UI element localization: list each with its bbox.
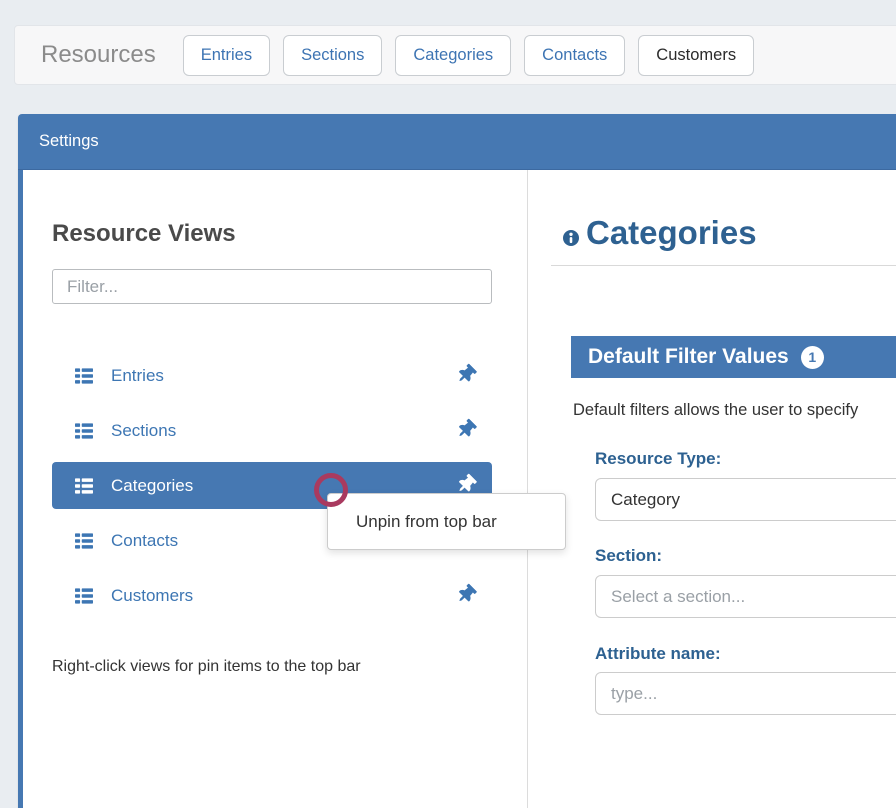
section-select-input[interactable] [595, 575, 896, 618]
attribute-name-label: Attribute name: [595, 644, 721, 664]
page: Resources Entries Sections Categories Co… [0, 0, 896, 808]
context-menu: Unpin from top bar [327, 493, 566, 550]
pushpin-icon[interactable] [457, 584, 472, 608]
section-header-title: Default Filter Values [588, 345, 789, 369]
info-circle-icon[interactable] [563, 230, 579, 246]
view-item-label: Entries [111, 366, 164, 386]
view-item-label: Categories [111, 476, 193, 496]
pushpin-icon[interactable] [457, 419, 472, 443]
view-item-label: Contacts [111, 531, 178, 551]
top-bar-title: Resources [41, 41, 156, 69]
top-bar-buttons: Entries Sections Categories Contacts Cus… [183, 35, 754, 76]
th-list-icon [74, 422, 94, 440]
content-pane: Categories Default Filter Values 1 Defau… [528, 170, 896, 808]
section-count-badge: 1 [801, 346, 824, 369]
topbar-button-contacts[interactable]: Contacts [524, 35, 625, 76]
th-list-icon [74, 532, 94, 550]
resource-views-sidebar: Resource Views Entries [23, 170, 528, 808]
topbar-button-customers[interactable]: Customers [638, 35, 754, 76]
panel-body: Resource Views Entries [18, 170, 896, 808]
topbar-button-entries[interactable]: Entries [183, 35, 270, 76]
topbar-button-categories[interactable]: Categories [395, 35, 511, 76]
th-list-icon [74, 477, 94, 495]
view-item-customers[interactable]: Customers [52, 572, 492, 619]
section-description: Default filters allows the user to speci… [573, 401, 858, 420]
resource-view-list: Entries Sections [52, 352, 492, 627]
section-label: Section: [595, 546, 662, 566]
view-item-label: Sections [111, 421, 176, 441]
pushpin-icon[interactable] [457, 364, 472, 388]
resource-type-input[interactable] [595, 478, 896, 521]
attribute-name-input[interactable] [595, 672, 896, 715]
view-item-label: Customers [111, 586, 193, 606]
view-item-entries[interactable]: Entries [52, 352, 492, 399]
view-item-sections[interactable]: Sections [52, 407, 492, 454]
resource-type-label: Resource Type: [595, 449, 721, 469]
context-menu-item-unpin[interactable]: Unpin from top bar [328, 512, 565, 532]
title-divider [551, 265, 896, 266]
topbar-button-sections[interactable]: Sections [283, 35, 382, 76]
section-header-default-filter-values: Default Filter Values 1 [571, 336, 896, 378]
filter-input[interactable] [52, 269, 492, 304]
content-title: Categories [586, 214, 757, 252]
right-click-annotation-ring [314, 473, 348, 507]
sidebar-hint: Right-click views for pin items to the t… [52, 658, 361, 676]
sidebar-title: Resource Views [52, 220, 236, 248]
panel-header-title: Settings [39, 132, 99, 151]
th-list-icon [74, 367, 94, 385]
settings-panel: Settings Resource Views [18, 114, 896, 808]
panel-header: Settings [18, 114, 896, 170]
top-bar: Resources Entries Sections Categories Co… [14, 25, 896, 85]
th-list-icon [74, 587, 94, 605]
